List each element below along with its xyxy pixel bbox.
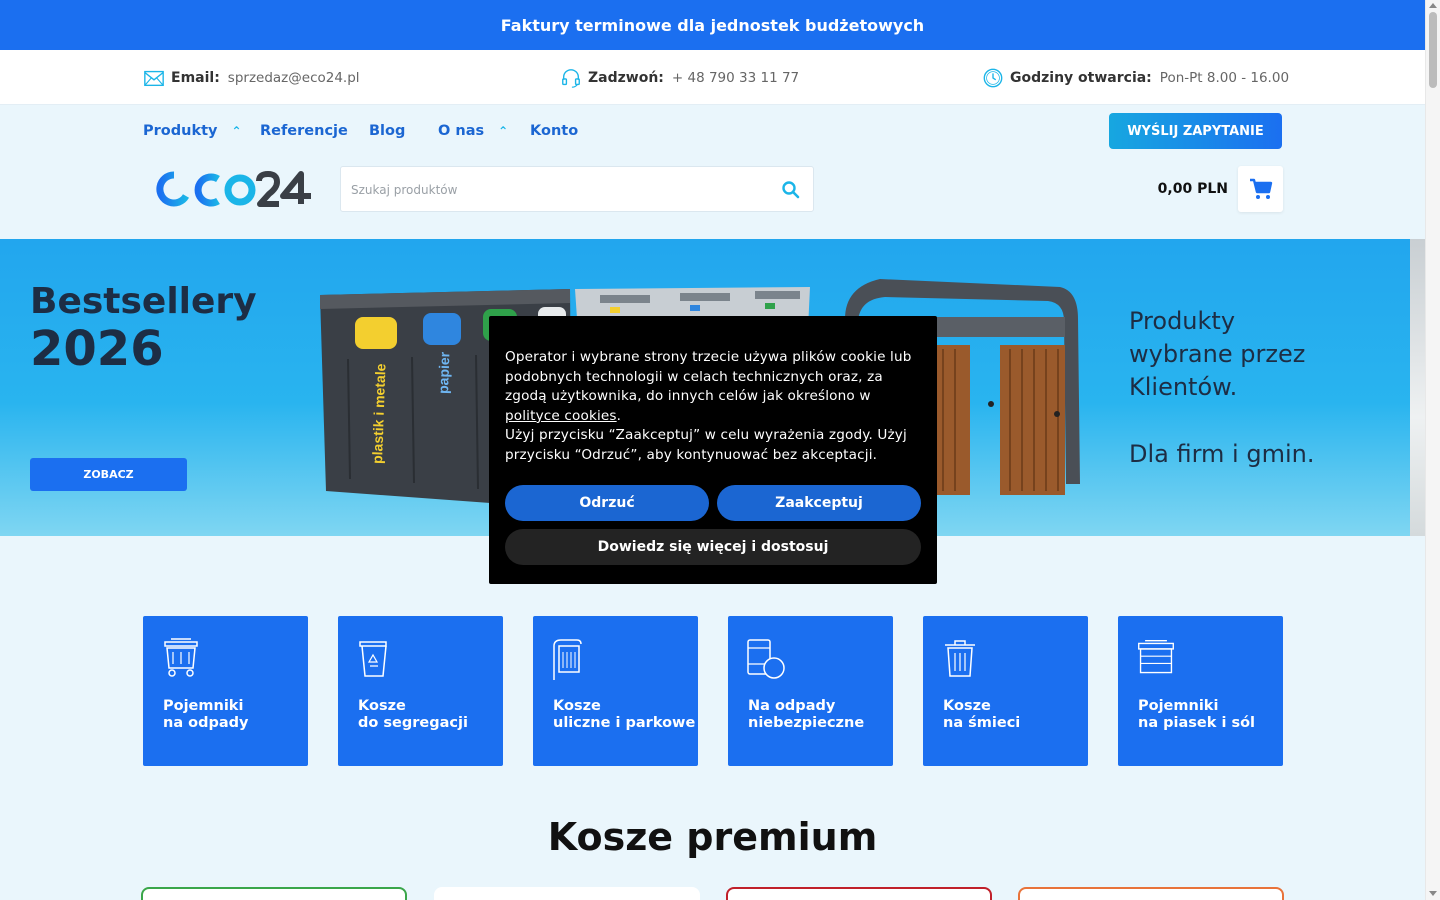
- cookie-text-part3: Użyj przycisku “Zaakceptuj” w celu wyraż…: [505, 427, 907, 463]
- sand-salt-container-icon: [1138, 640, 1174, 674]
- contact-phone: Zadzwoń: + 48 790 33 11 77: [560, 50, 799, 105]
- nav-label: Blog: [369, 123, 406, 139]
- hero-title: Bestsellery: [30, 281, 257, 322]
- scroll-down-arrow[interactable]: [1429, 891, 1437, 896]
- page-scrollbar[interactable]: [1425, 0, 1440, 900]
- email-link[interactable]: sprzedaz@eco24.pl: [228, 70, 360, 86]
- category-label-line2: uliczne i parkowe: [553, 715, 696, 731]
- category-label-line1: Pojemniki: [163, 698, 244, 714]
- trash-bin-icon: [945, 640, 975, 677]
- cookie-consent-dialog: Operator i wybrane strony trzecie używa …: [489, 316, 937, 584]
- category-label-line1: Kosze: [553, 698, 601, 714]
- product-card[interactable]: [1018, 887, 1284, 900]
- hero-tagline: Produkty wybrane przez Klientów. Dla fir…: [1129, 305, 1389, 471]
- category-tile[interactable]: Pojemniki na odpady: [143, 616, 308, 766]
- contact-bar: Email: sprzedaz@eco24.pl Zadzwoń: + 48 7…: [0, 50, 1425, 105]
- headset-icon: [562, 68, 580, 88]
- category-label-line2: na śmieci: [943, 715, 1021, 731]
- cookie-text: Operator i wybrane strony trzecie używa …: [505, 348, 925, 466]
- contact-hours: Godziny otwarcia: Pon-Pt 8.00 - 16.00: [982, 50, 1289, 105]
- send-inquiry-button[interactable]: WYŚLIJ ZAPYTANIE: [1109, 113, 1282, 149]
- hero-next-slide-edge: [1410, 239, 1425, 536]
- cookie-text-part2: .: [616, 407, 622, 424]
- hours-label: Godziny otwarcia:: [1010, 69, 1152, 86]
- promo-bar: Faktury terminowe dla jednostek budżetow…: [0, 0, 1425, 50]
- cookie-accept-button[interactable]: Zaakceptuj: [717, 485, 921, 521]
- street-bin-icon: [553, 639, 582, 680]
- scrollbar-thumb[interactable]: [1429, 12, 1437, 88]
- category-label-line1: Na odpady: [748, 698, 836, 714]
- category-tile[interactable]: Kosze do segregacji: [338, 616, 503, 766]
- hero-year: 2026: [30, 321, 164, 377]
- nav-item-blog[interactable]: Blog: [369, 113, 405, 149]
- category-label-line1: Kosze: [358, 698, 406, 714]
- phone-label: Zadzwoń:: [588, 69, 664, 86]
- cookie-policy-link[interactable]: polityce cookies: [505, 408, 617, 424]
- clock-icon: [983, 68, 1003, 87]
- search-icon[interactable]: [781, 180, 801, 200]
- hero-tagline-line3: Klientów.: [1129, 373, 1238, 401]
- hero-tagline-line2: wybrane przez: [1129, 340, 1306, 368]
- product-card[interactable]: [141, 887, 407, 900]
- nav-item-konto[interactable]: Konto: [530, 113, 578, 149]
- nav-label: O nas: [438, 123, 485, 139]
- recycling-bin-icon: [359, 641, 387, 677]
- category-tile[interactable]: Kosze na śmieci: [923, 616, 1088, 766]
- cart-button[interactable]: [1238, 166, 1283, 212]
- chevron-up-icon[interactable]: ⌃: [498, 124, 508, 138]
- waste-container-icon: [164, 638, 198, 677]
- bin-label-paper: papier: [435, 351, 452, 394]
- product-card[interactable]: [434, 887, 700, 900]
- hours-value: Pon-Pt 8.00 - 16.00: [1159, 69, 1290, 86]
- product-card[interactable]: [726, 887, 992, 900]
- scroll-up-arrow[interactable]: [1429, 3, 1437, 8]
- nav-item-produkty[interactable]: Produkty ⌃: [143, 113, 242, 149]
- hero-cta-button[interactable]: ZOBACZ: [30, 458, 187, 491]
- cart-total[interactable]: 0,00 PLN: [1140, 166, 1228, 212]
- category-label-line2: do segregacji: [358, 715, 468, 731]
- category-grid: Pojemniki na odpady Kosze do segregacji …: [143, 616, 1283, 766]
- chevron-up-icon[interactable]: ⌃: [231, 124, 241, 138]
- nav-item-o-nas[interactable]: O nas ⌃: [438, 113, 508, 149]
- hero-tagline-line1: Produkty: [1129, 307, 1236, 335]
- hazardous-waste-icon: [747, 639, 785, 679]
- category-tile[interactable]: Kosze uliczne i parkowe: [533, 616, 698, 766]
- category-label-line2: na odpady: [163, 715, 249, 731]
- nav-label: Produkty: [143, 123, 218, 139]
- cookie-customize-button[interactable]: Dowiedz się więcej i dostosuj: [505, 529, 921, 565]
- cookie-text-part1: Operator i wybrane strony trzecie używa …: [505, 349, 912, 405]
- cookie-reject-button[interactable]: Odrzuć: [505, 485, 709, 521]
- category-label-line2: niebezpieczne: [748, 715, 865, 731]
- eco24-logo[interactable]: [156, 166, 312, 212]
- contact-email: Email: sprzedaz@eco24.pl: [143, 50, 360, 105]
- envelope-icon: [144, 70, 164, 86]
- search-box: [340, 166, 814, 212]
- category-tile[interactable]: Pojemniki na piasek i sól: [1118, 616, 1283, 766]
- nav-label: Referencje: [260, 123, 348, 139]
- phone-link[interactable]: + 48 790 33 11 77: [672, 70, 799, 86]
- nav-item-referencje[interactable]: Referencje: [260, 113, 348, 149]
- hero-tagline-line4: Dla firm i gmin.: [1129, 440, 1315, 468]
- search-input[interactable]: [351, 179, 751, 201]
- page: Faktury terminowe dla jednostek budżetow…: [0, 0, 1425, 900]
- cart-icon: [1249, 178, 1272, 199]
- email-label: Email:: [171, 69, 220, 86]
- section-title: Kosze premium: [547, 815, 878, 859]
- category-label-line1: Pojemniki: [1138, 698, 1219, 714]
- nav-label: Konto: [530, 123, 579, 139]
- category-label-line1: Kosze: [943, 698, 991, 714]
- category-tile[interactable]: Na odpady niebezpieczne: [728, 616, 893, 766]
- category-label-line2: na piasek i sól: [1138, 715, 1256, 731]
- promo-text: Faktury terminowe dla jednostek budżetow…: [500, 15, 925, 35]
